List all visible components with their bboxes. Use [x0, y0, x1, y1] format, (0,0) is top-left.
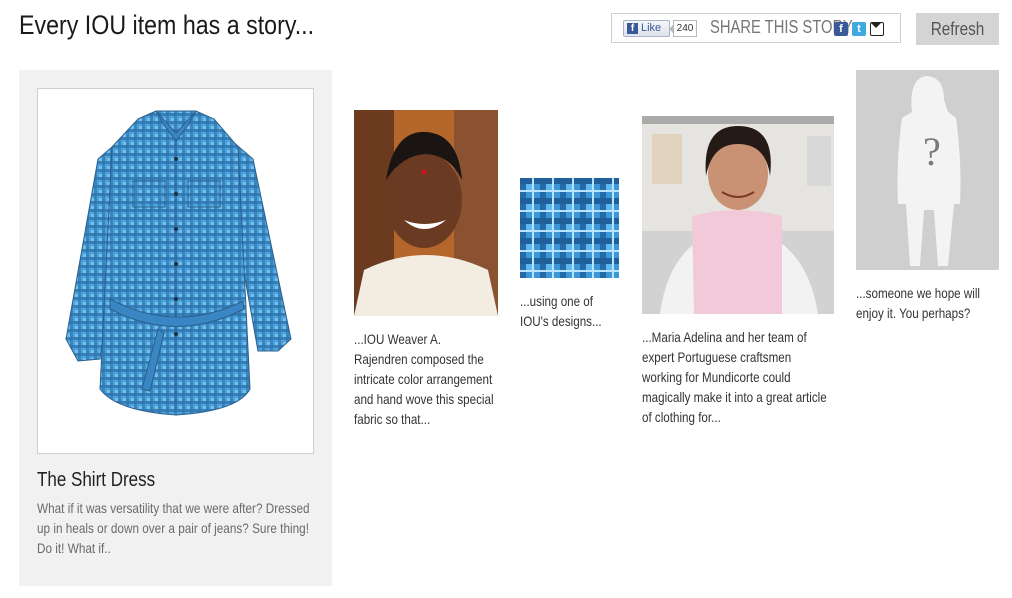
- craftswoman-photo: [642, 116, 834, 314]
- product-description: What if it was versatility that we were …: [37, 500, 310, 556]
- featured-product-card[interactable]: The Shirt Dress What if it was versatili…: [19, 70, 332, 586]
- facebook-icon: f: [627, 23, 638, 34]
- twitter-icon[interactable]: t: [852, 22, 866, 36]
- email-icon[interactable]: [870, 22, 884, 36]
- shirt-dress-image[interactable]: [37, 88, 314, 454]
- story-caption-4: ...someone we hope will enjoy it. You pe…: [856, 285, 981, 321]
- facebook-icon[interactable]: f: [834, 22, 848, 36]
- weaver-photo: [354, 110, 498, 316]
- refresh-button[interactable]: Refresh: [916, 13, 999, 45]
- fabric-swatch-photo: [520, 178, 619, 278]
- story-caption-2: ...using one of IOU's designs...: [520, 293, 602, 329]
- product-title[interactable]: The Shirt Dress: [37, 469, 155, 492]
- question-mark: ?: [923, 129, 941, 174]
- story-caption-3: ...Maria Adelina and her team of expert …: [642, 329, 827, 425]
- share-bar: f Like 240 SHARE THIS STORY f t: [611, 13, 901, 43]
- facebook-like-button[interactable]: f Like: [623, 20, 670, 37]
- refresh-label: Refresh: [930, 19, 985, 39]
- page-title: Every IOU item has a story...: [19, 10, 315, 40]
- share-label: SHARE THIS STORY: [710, 17, 853, 37]
- story-caption-1: ...IOU Weaver A. Rajendren composed the …: [354, 331, 494, 427]
- silhouette-placeholder: ?: [856, 70, 999, 270]
- like-count: 240: [669, 20, 697, 37]
- like-label: Like: [641, 22, 662, 34]
